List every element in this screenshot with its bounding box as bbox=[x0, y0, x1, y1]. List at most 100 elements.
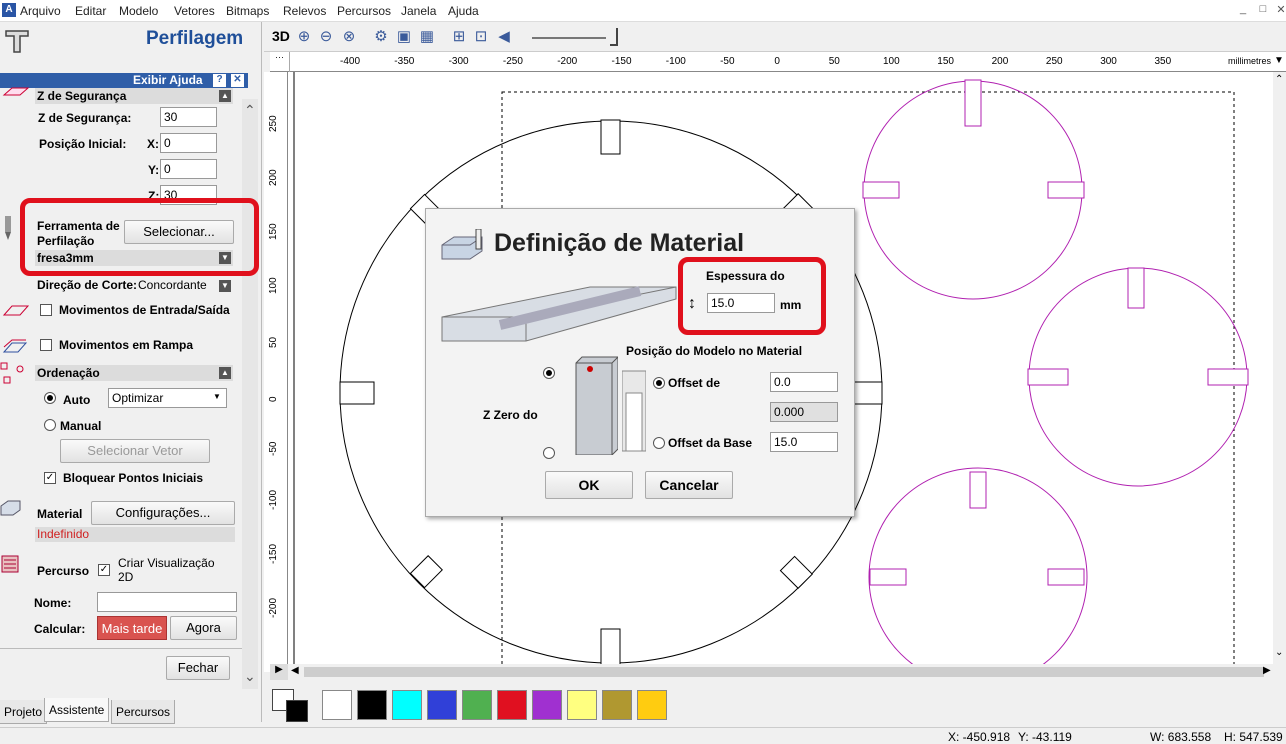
cut-direction-value[interactable]: Concordante bbox=[138, 278, 207, 292]
panel-scrollbar[interactable] bbox=[242, 99, 258, 689]
color-swatch[interactable] bbox=[322, 690, 352, 720]
status-bar: X: -450.918 Y: -43.119 W: 683.558 H: 547… bbox=[0, 727, 1286, 744]
ramp-icon bbox=[2, 338, 30, 356]
menu-arquivo[interactable]: Arquivo bbox=[20, 4, 61, 18]
ordering-collapse-icon[interactable]: ▲ bbox=[219, 367, 231, 379]
color-swatch[interactable] bbox=[637, 690, 667, 720]
color-swatch[interactable] bbox=[357, 690, 387, 720]
cancel-button[interactable]: Cancelar bbox=[645, 471, 733, 499]
tab-project[interactable]: Projeto bbox=[0, 700, 48, 724]
preview-checkbox[interactable]: ✓ bbox=[98, 564, 110, 576]
menu-relevos[interactable]: Relevos bbox=[283, 4, 326, 18]
menu-bitmaps[interactable]: Bitmaps bbox=[226, 4, 269, 18]
ruler-tick-label: 150 bbox=[937, 56, 954, 67]
lead-in-checkbox[interactable] bbox=[40, 304, 52, 316]
menu-percursos[interactable]: Percursos bbox=[337, 4, 391, 18]
scroll-down-icon[interactable]: ⌄ bbox=[244, 668, 256, 685]
manual-radio[interactable] bbox=[44, 419, 56, 431]
zoom-model-icon[interactable]: ⚙ bbox=[371, 27, 391, 47]
menu-ajuda[interactable]: Ajuda bbox=[448, 4, 479, 18]
collapse-icon[interactable]: ▲ bbox=[219, 90, 231, 102]
close-help-icon[interactable]: ✕ bbox=[231, 74, 244, 87]
offset-radio[interactable] bbox=[653, 377, 665, 389]
scroll-up-canvas-icon[interactable]: ⌃ bbox=[1275, 74, 1283, 85]
menu-vetores[interactable]: Vetores bbox=[174, 4, 215, 18]
zoom-out-icon[interactable]: ⊖ bbox=[316, 27, 336, 47]
lock-start-label: Bloquear Pontos Iniciais bbox=[63, 471, 204, 485]
auto-radio[interactable] bbox=[44, 392, 56, 404]
ruler-menu-icon[interactable]: ▼ bbox=[1274, 55, 1284, 66]
scroll-left-edge-icon[interactable]: ▶ bbox=[270, 664, 288, 680]
background-color[interactable] bbox=[286, 700, 308, 722]
menu-janela[interactable]: Janela bbox=[401, 4, 436, 18]
app-icon: A bbox=[2, 3, 16, 17]
back-icon[interactable]: ◀ bbox=[494, 27, 514, 47]
offset-base-input[interactable]: 15.0 bbox=[770, 432, 838, 452]
ordering-select[interactable]: Optimizar bbox=[108, 388, 227, 408]
material-setup-dialog: Definição de Material Espessura do ↕ 15.… bbox=[425, 208, 855, 517]
close-panel-button[interactable]: Fechar bbox=[166, 656, 230, 680]
scroll-down-canvas-icon[interactable]: ⌄ bbox=[1275, 647, 1283, 658]
tab-toolpaths[interactable]: Percursos bbox=[111, 700, 176, 724]
ruler-tick-label: 350 bbox=[1154, 56, 1172, 67]
help-icon[interactable]: ? bbox=[213, 74, 226, 87]
ruler-corner: ··· bbox=[270, 52, 290, 72]
slider-track[interactable] bbox=[532, 37, 606, 39]
ruler-tick-label: -400 bbox=[340, 56, 361, 67]
color-swatch[interactable] bbox=[497, 690, 527, 720]
color-swatch[interactable] bbox=[567, 690, 597, 720]
view-toolbar: 3D ⊕ ⊖ ⊗ ⚙ ▣ ▦ ⊞ ⊡ ◀ bbox=[264, 22, 1286, 52]
move-icon[interactable]: ⊡ bbox=[471, 27, 491, 47]
3d-view-button[interactable]: 3D bbox=[272, 28, 290, 44]
zzero-top-radio[interactable] bbox=[543, 367, 555, 379]
manual-label: Manual bbox=[60, 419, 102, 433]
offset-input[interactable]: 0.0 bbox=[770, 372, 838, 392]
ruler-tick-label: -100 bbox=[665, 56, 686, 67]
menu-bar: A Arquivo Editar Modelo Vetores Bitmaps … bbox=[0, 0, 1286, 22]
offset-base-radio[interactable] bbox=[653, 437, 665, 449]
color-swatch[interactable] bbox=[462, 690, 492, 720]
cut-direction-dropdown-icon[interactable]: ▼ bbox=[219, 280, 231, 292]
home-y-input[interactable]: 0 bbox=[160, 159, 217, 179]
menu-editar[interactable]: Editar bbox=[75, 4, 106, 18]
zoom-previous-icon[interactable]: ▦ bbox=[417, 27, 437, 47]
material-settings-button[interactable]: Configurações... bbox=[91, 501, 235, 525]
ramp-checkbox[interactable] bbox=[40, 339, 52, 351]
help-label[interactable]: Exibir Ajuda bbox=[133, 73, 203, 87]
lock-start-checkbox[interactable]: ✓ bbox=[44, 472, 56, 484]
dropdown-arrow-icon[interactable]: ▼ bbox=[213, 392, 221, 401]
home-label: Posição Inicial: bbox=[39, 137, 127, 151]
scroll-up-icon[interactable]: ⌃ bbox=[244, 102, 256, 119]
now-button[interactable]: Agora bbox=[170, 616, 237, 640]
color-swatch[interactable] bbox=[532, 690, 562, 720]
color-swatch[interactable] bbox=[392, 690, 422, 720]
zoom-selection-icon[interactable]: ▣ bbox=[394, 27, 414, 47]
vertical-ruler: 250 200 150 100 50 0 -50 -100 -150 -200 bbox=[264, 72, 288, 672]
color-swatch[interactable] bbox=[602, 690, 632, 720]
snap-icon[interactable]: ⊞ bbox=[449, 27, 469, 47]
slider-handle[interactable] bbox=[610, 28, 618, 46]
zzero-bottom-radio[interactable] bbox=[543, 447, 555, 459]
ok-button[interactable]: OK bbox=[545, 471, 633, 499]
select-vector-button[interactable]: Selecionar Vetor bbox=[60, 439, 210, 463]
zoom-fit-icon[interactable]: ⊗ bbox=[339, 27, 359, 47]
ordering-header: Ordenação bbox=[35, 365, 233, 381]
scroll-right-icon[interactable]: ▶ bbox=[1263, 665, 1271, 676]
color-swatch[interactable] bbox=[427, 690, 457, 720]
vertical-scrollbar[interactable]: ⌃ ⌄ bbox=[1273, 72, 1286, 664]
home-x-input[interactable]: 0 bbox=[160, 133, 217, 153]
minimize-icon[interactable]: _ bbox=[1234, 3, 1252, 19]
safe-z-label: Z de Segurança: bbox=[38, 111, 132, 125]
name-input[interactable] bbox=[97, 592, 237, 612]
status-w: W: 683.558 bbox=[1150, 730, 1212, 744]
ramp-label: Movimentos em Rampa bbox=[59, 338, 194, 352]
zoom-in-icon[interactable]: ⊕ bbox=[294, 27, 314, 47]
safe-z-input[interactable]: 30 bbox=[160, 107, 217, 127]
later-button[interactable]: Mais tarde bbox=[97, 616, 167, 640]
menu-modelo[interactable]: Modelo bbox=[119, 4, 158, 18]
tab-wizard[interactable]: Assistente bbox=[44, 698, 110, 722]
close-icon[interactable]: ✕ bbox=[1272, 3, 1286, 19]
restore-icon[interactable]: □ bbox=[1254, 3, 1272, 19]
horizontal-scrollbar[interactable]: ◀ ▶ bbox=[288, 664, 1273, 680]
scroll-left-icon[interactable]: ◀ bbox=[291, 665, 299, 676]
